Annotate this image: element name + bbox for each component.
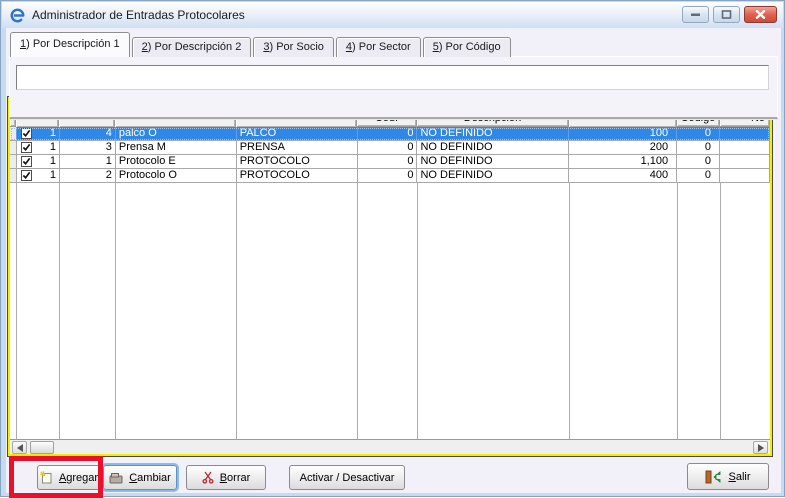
scroll-left-icon xyxy=(17,444,23,452)
tab-por-sector[interactable]: 4) Por Sector xyxy=(336,37,421,57)
row-indicator xyxy=(10,127,17,140)
tab-por-codigo[interactable]: 5) Por Código xyxy=(423,37,511,57)
activo-checkbox[interactable] xyxy=(21,142,32,153)
cell-descripcion1: Protocolo O xyxy=(116,169,237,182)
table-row[interactable]: 1 2 Protocolo O PROTOCOLO 0 NO DEFINIDO … xyxy=(10,169,770,183)
table-row[interactable]: 1 3 Prensa M PRENSA 0 NO DEFINIDO 200 0 xyxy=(10,141,770,155)
cell-cantidad: 100 xyxy=(569,127,677,140)
cell-descripcion1: palco O xyxy=(116,127,237,140)
cell-cantidad: 400 xyxy=(569,169,677,182)
cell-codigo: 4 xyxy=(60,127,116,140)
maximize-icon xyxy=(721,10,732,19)
filter-input[interactable] xyxy=(16,65,769,90)
tab-por-socio[interactable]: 3) Por Socio xyxy=(253,37,334,57)
close-button[interactable] xyxy=(744,6,777,23)
scroll-left-button[interactable] xyxy=(12,441,27,454)
cell-socio-cod: 0 xyxy=(358,155,418,168)
cell-descripcion2: PROTOCOLO xyxy=(237,169,358,182)
cell-socio-cod: 0 xyxy=(358,169,418,182)
cell-socio-desc: NO DEFINIDO xyxy=(417,169,569,182)
tab-por-descripcion-2[interactable]: 2) Por Descripción 2 xyxy=(132,37,252,57)
client-area: 1) Por Descripción 1 2) Por Descripción … xyxy=(6,28,781,493)
cell-codigo: 2 xyxy=(60,169,116,182)
cell-sector-codigo: 0 xyxy=(677,155,720,168)
titlebar: Administrador de Entradas Protocolares xyxy=(2,2,783,28)
cell-codigo: 1 xyxy=(60,155,116,168)
tab-por-descripcion-1[interactable]: 1) Por Descripción 1 xyxy=(10,32,130,57)
cell-sector-no xyxy=(720,127,770,140)
window-controls xyxy=(682,6,777,23)
window: Administrador de Entradas Protocolares 1… xyxy=(0,0,785,497)
table-row[interactable]: 1 4 palco O PALCO 0 NO DEFINIDO 100 0 xyxy=(10,127,770,141)
agregar-button[interactable]: Agregar xyxy=(37,465,101,490)
grid-body: 1 4 palco O PALCO 0 NO DEFINIDO 100 0 xyxy=(10,127,770,439)
salir-button[interactable]: Salir xyxy=(687,463,769,490)
cell-codigo: 3 xyxy=(60,141,116,154)
row-indicator xyxy=(10,155,17,168)
edit-folder-icon xyxy=(109,472,123,484)
cell-sector-no xyxy=(720,141,770,154)
scissors-icon xyxy=(202,471,214,484)
activar-desactivar-button[interactable]: Activar / Desactivar xyxy=(289,465,405,490)
cell-sector-no xyxy=(720,155,770,168)
exit-door-icon xyxy=(705,470,722,484)
cell-sector-codigo: 0 xyxy=(677,127,720,140)
borrar-button[interactable]: Borrar xyxy=(186,465,266,490)
scrollbar-thumb[interactable] xyxy=(30,441,54,454)
cell-activo: 1 xyxy=(50,169,56,182)
window-title: Administrador de Entradas Protocolares xyxy=(32,8,245,22)
tab-panel xyxy=(9,56,778,119)
row-indicator xyxy=(10,169,17,182)
cell-activo: 1 xyxy=(50,127,56,140)
maximize-button[interactable] xyxy=(713,6,740,23)
minimize-icon xyxy=(690,10,701,19)
cell-descripcion1: Prensa M xyxy=(116,141,237,154)
table-row[interactable]: 1 1 Protocolo E PROTOCOLO 0 NO DEFINIDO … xyxy=(10,155,770,169)
cell-descripcion2: PRENSA xyxy=(237,141,358,154)
app-icon[interactable] xyxy=(9,7,26,24)
scroll-right-button[interactable] xyxy=(753,441,768,454)
row-indicator xyxy=(10,141,17,154)
activo-checkbox[interactable] xyxy=(21,128,32,139)
cell-activo: 1 xyxy=(50,155,56,168)
minimize-button[interactable] xyxy=(682,6,709,23)
cell-descripcion1: Protocolo E xyxy=(116,155,237,168)
entries-grid: Activo Código Descripción 1 Descripción … xyxy=(8,97,772,456)
cell-socio-desc: NO DEFINIDO xyxy=(417,141,569,154)
new-item-icon xyxy=(40,471,53,484)
cell-descripcion2: PALCO xyxy=(237,127,358,140)
cell-sector-codigo: 0 xyxy=(677,169,720,182)
cell-socio-cod: 0 xyxy=(358,127,418,140)
cell-sector-codigo: 0 xyxy=(677,141,720,154)
scroll-right-icon xyxy=(758,444,764,452)
cell-socio-cod: 0 xyxy=(358,141,418,154)
activo-checkbox[interactable] xyxy=(21,156,32,167)
cell-socio-desc: NO DEFINIDO xyxy=(417,127,569,140)
activo-checkbox[interactable] xyxy=(21,170,32,181)
cell-socio-desc: NO DEFINIDO xyxy=(417,155,569,168)
close-icon xyxy=(755,10,766,19)
cambiar-button[interactable]: Cambiar xyxy=(103,465,177,490)
cell-cantidad: 1,100 xyxy=(569,155,677,168)
cell-sector-no xyxy=(720,169,770,182)
tabstrip: 1) Por Descripción 1 2) Por Descripción … xyxy=(10,32,513,57)
horizontal-scrollbar[interactable] xyxy=(10,439,770,454)
cell-cantidad: 200 xyxy=(569,141,677,154)
cell-activo: 1 xyxy=(50,141,56,154)
cell-descripcion2: PROTOCOLO xyxy=(237,155,358,168)
